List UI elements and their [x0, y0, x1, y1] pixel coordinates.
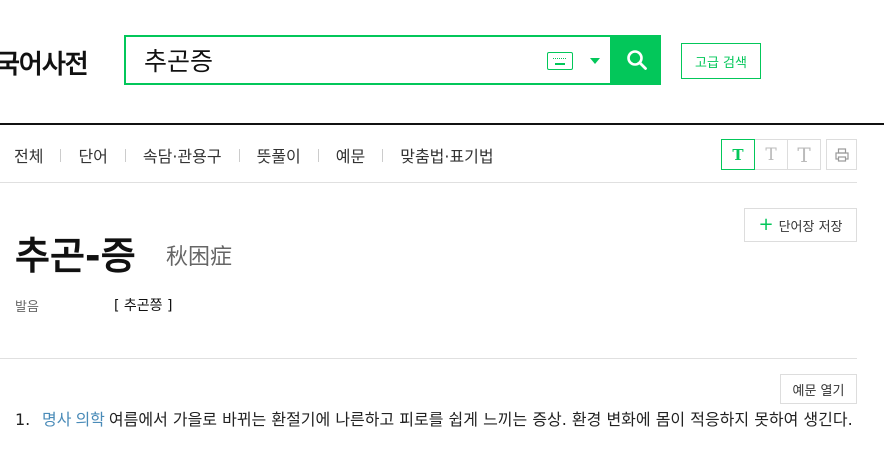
- search-input[interactable]: [144, 45, 524, 75]
- tab-separator: [238, 148, 240, 162]
- tab-idiom[interactable]: 속담·관용구: [143, 143, 222, 167]
- definition-number: 1.: [15, 410, 31, 429]
- search-button[interactable]: [612, 35, 661, 85]
- tab-separator: [382, 148, 384, 162]
- font-size-controls: T T T: [721, 139, 821, 170]
- print-icon: [834, 147, 849, 162]
- font-size-large-button[interactable]: T: [787, 139, 821, 170]
- pronunciation-label: 발음: [15, 300, 39, 315]
- entry-divider: [0, 358, 857, 359]
- definition-text: 여름에서 가을로 바뀌는 환절기에 나른하고 피로를 쉽게 느끼는 증상. 환경…: [108, 410, 853, 429]
- tab-separator: [60, 148, 62, 162]
- header-divider: [0, 123, 884, 125]
- tab-spelling[interactable]: 맞춤법·표기법: [400, 143, 493, 167]
- print-button[interactable]: [826, 139, 857, 170]
- font-size-medium-button[interactable]: T: [754, 139, 788, 170]
- tab-word[interactable]: 단어: [78, 143, 107, 167]
- font-size-small-button[interactable]: T: [721, 139, 755, 170]
- part-of-speech-link[interactable]: 명사: [42, 410, 71, 429]
- definition-item: 1. 명사 의학 여름에서 가을로 바뀌는 환절기에 나른하고 피로를 쉽게 느끼는…: [15, 406, 860, 434]
- show-examples-button[interactable]: 예문 열기: [780, 374, 857, 404]
- search-tabs: 전체 단어 속담·관용구 뜻풀이 예문 맞춤법·표기법: [14, 143, 494, 167]
- tab-example[interactable]: 예문: [336, 143, 365, 167]
- field-link[interactable]: 의학: [75, 410, 104, 429]
- save-label: 단어장 저장: [778, 219, 843, 235]
- pronunciation-value: [ 추곤쯩 ]: [114, 298, 173, 314]
- tab-meaning[interactable]: 뜻풀이: [257, 143, 301, 167]
- tab-separator: [124, 148, 126, 162]
- search-icon: [626, 50, 647, 70]
- save-to-wordbook-button[interactable]: + 단어장 저장: [744, 208, 857, 242]
- entry-hanja: 秋困症: [166, 245, 233, 270]
- advanced-search-button[interactable]: 고급 검색: [681, 43, 761, 79]
- chevron-down-icon[interactable]: [590, 58, 600, 64]
- dictionary-logo[interactable]: 국어사전: [0, 44, 89, 81]
- keyboard-icon[interactable]: [547, 52, 573, 70]
- plus-icon: +: [758, 214, 774, 235]
- tabs-divider: [0, 182, 857, 183]
- tab-separator: [317, 148, 319, 162]
- tab-all[interactable]: 전체: [14, 143, 43, 167]
- search-box: [124, 35, 612, 85]
- entry-headword: 추곤-증: [15, 234, 136, 278]
